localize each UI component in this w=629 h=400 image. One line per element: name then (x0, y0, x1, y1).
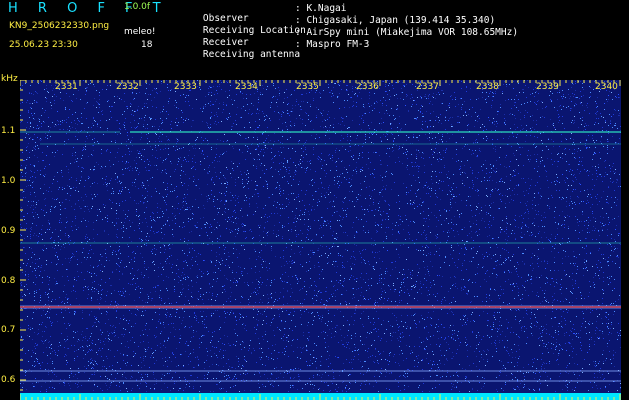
info-antenna: Receiving antenna : Maspro FM-3 (180, 40, 369, 78)
y-axis-unit: kHz (1, 74, 18, 84)
y-tick-label: 1.1 (1, 126, 16, 136)
x-tick-label: 2334 (235, 82, 258, 92)
x-tick-label: 2338 (476, 82, 499, 92)
header-panel: H R O F F T 1.0.0f KN9_2506232330.png me… (0, 0, 629, 72)
x-tick-label: 2339 (536, 82, 559, 92)
info-location-value: : Chigasaki, Japan (139.414 35.340) (295, 15, 496, 26)
spectrogram-plot (20, 80, 621, 400)
y-tick-label: 1.0 (1, 176, 16, 186)
info-antenna-label: Receiving antenna (202, 48, 301, 60)
station-label: meleo! (124, 27, 156, 37)
x-tick-label: 2333 (174, 82, 197, 92)
info-observer-value: : K.Nagai (295, 3, 347, 14)
x-tick-label: 2331 (55, 82, 78, 92)
x-tick-label: 2340 (595, 82, 618, 92)
version-label: 1.0.0f (124, 2, 151, 12)
x-tick-label: 2336 (356, 82, 379, 92)
y-tick-label: 0.8 (1, 276, 16, 286)
count-label: 18 (141, 40, 153, 50)
y-tick-label: 0.6 (1, 375, 16, 385)
info-antenna-value: : Maspro FM-3 (295, 39, 370, 50)
x-tick-label: 2332 (116, 82, 139, 92)
y-tick-label: 0.9 (1, 226, 16, 236)
x-tick-label: 2337 (416, 82, 439, 92)
y-tick-label: 0.7 (1, 325, 16, 335)
info-receiver-value: : AirSpy mini (Miakejima VOR 108.65MHz) (295, 27, 519, 38)
datetime-label: 25.06.23 23:30 (9, 40, 78, 50)
filename-label: KN9_2506232330.png (9, 21, 110, 31)
x-tick-label: 2335 (296, 82, 319, 92)
